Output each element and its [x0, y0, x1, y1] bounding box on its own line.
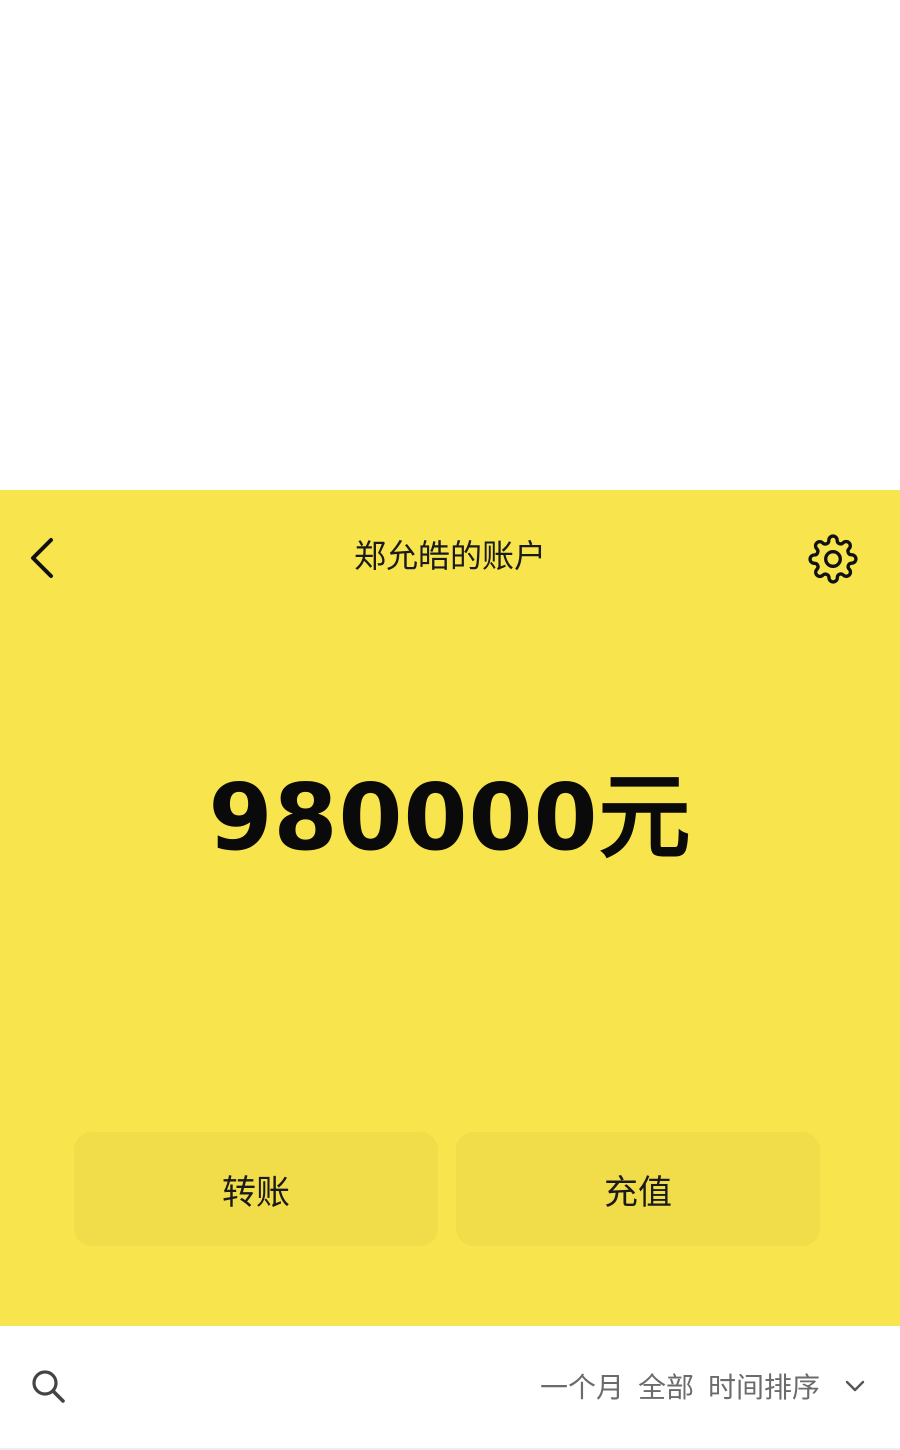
top-blank-area [0, 0, 900, 490]
transfer-button[interactable]: 转账 [74, 1132, 438, 1246]
search-icon [32, 1370, 65, 1403]
balance-amount: 980000元 [208, 764, 692, 871]
filter-sort[interactable]: 时间排序 [708, 1366, 820, 1406]
recharge-button-label: 充值 [604, 1172, 672, 1213]
filter-dropdown-button[interactable] [840, 1371, 870, 1401]
filter-group: 一个月 全部 时间排序 [540, 1360, 870, 1412]
filter-type[interactable]: 全部 [638, 1366, 694, 1406]
page-title: 郑允皓的账户 [353, 537, 546, 575]
search-button[interactable] [22, 1360, 74, 1412]
chevron-down-icon [845, 1380, 865, 1392]
filter-period[interactable]: 一个月 [540, 1366, 624, 1406]
recharge-button[interactable]: 充值 [456, 1132, 820, 1246]
back-button[interactable] [18, 530, 66, 586]
transfer-button-label: 转账 [222, 1172, 290, 1213]
filter-bar: 一个月 全部 时间排序 [0, 1326, 900, 1450]
settings-button[interactable] [804, 530, 862, 588]
gear-icon [808, 534, 858, 584]
account-panel: 郑允皓的账户 980000元 转账 充值 [0, 490, 900, 1326]
chevron-left-icon [31, 538, 53, 578]
